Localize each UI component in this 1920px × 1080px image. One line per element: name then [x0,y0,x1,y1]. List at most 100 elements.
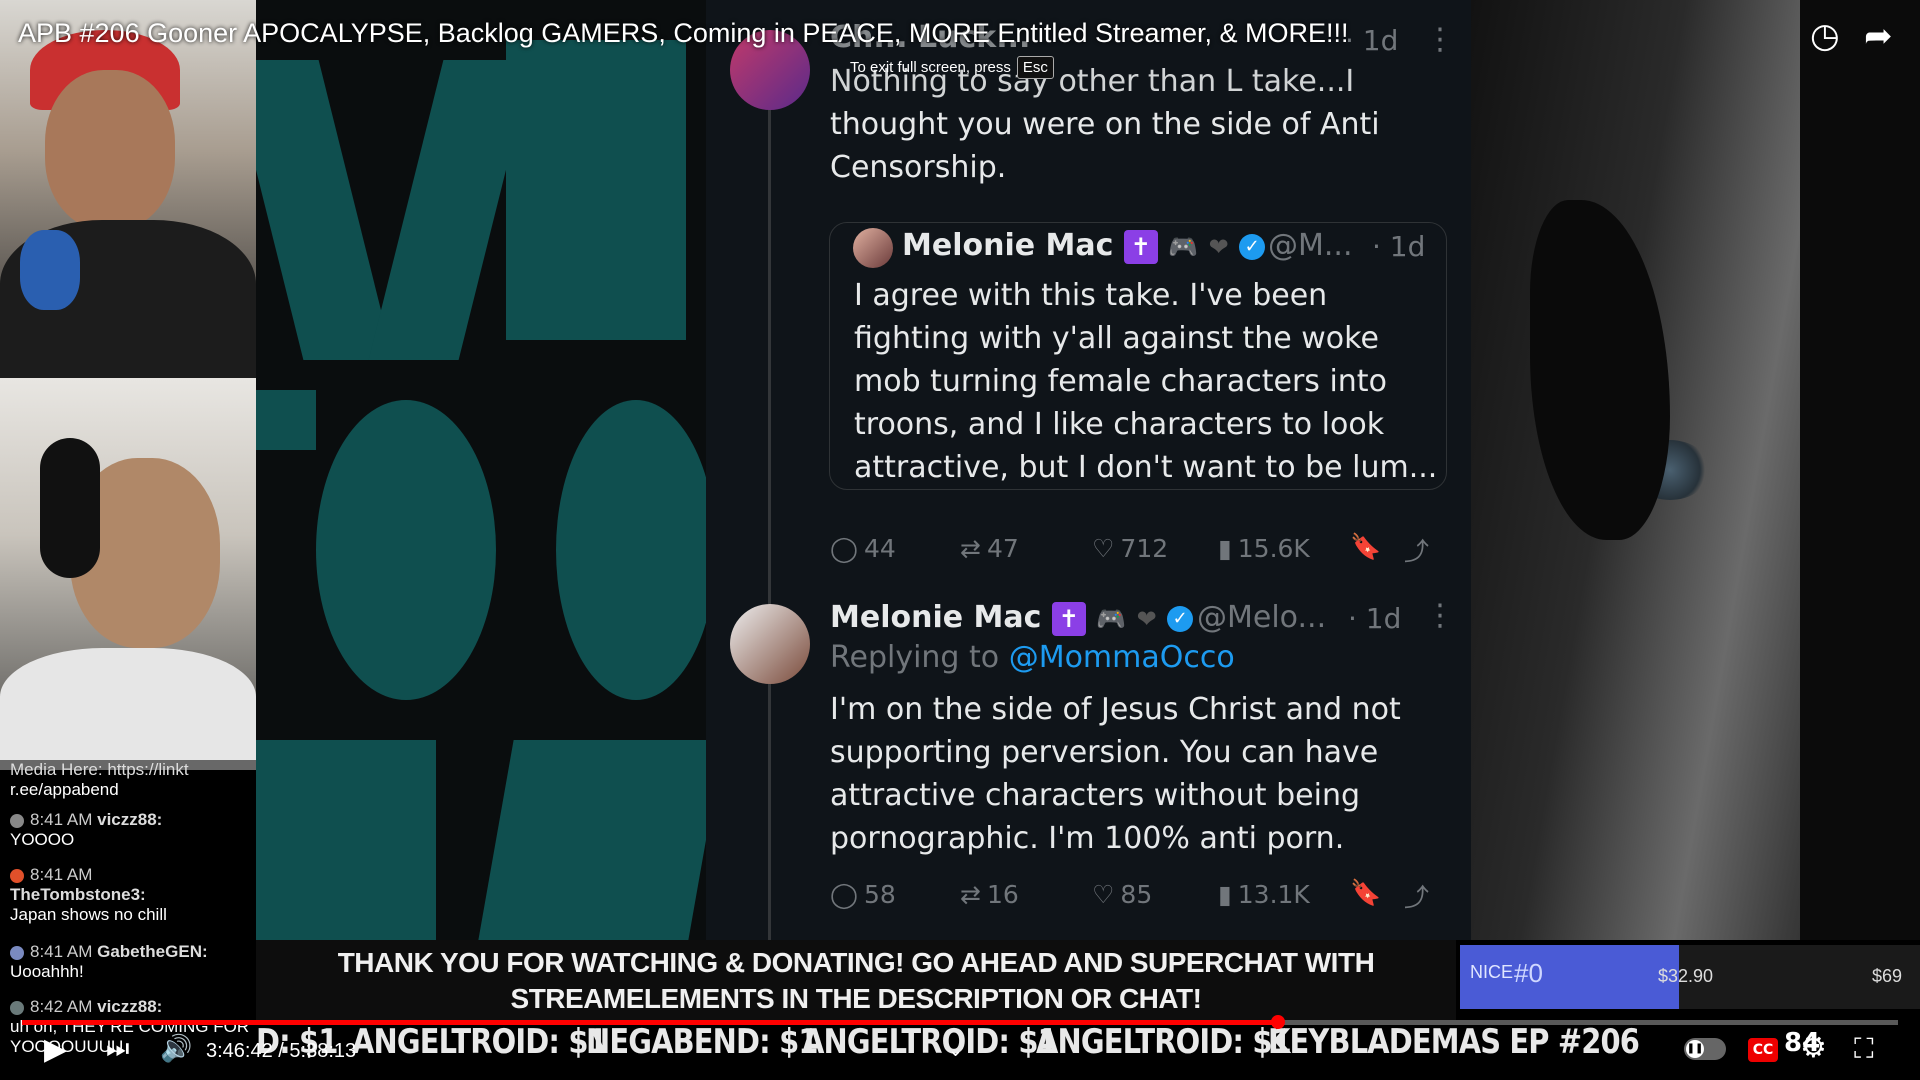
reply-button[interactable]: ◯ 44 [830,534,896,563]
reply-author-name[interactable]: Melonie Mac [830,600,1041,635]
reply-icon: ◯ [830,880,858,909]
quote-handle: @M... [1268,228,1353,263]
reply-line: supporting perversion. You can have [830,735,1379,770]
background-anime-image [1470,0,1920,940]
ticker-item: KEYBLADEMAS EP #206 [1268,1022,1640,1062]
goal-current: $32.90 [1658,966,1714,986]
chat-message: Media Here: https://linkt [10,760,189,779]
time-separator: / [278,1040,284,1062]
ticker-item: ANGELTROID: $1 [1036,1022,1292,1062]
banner-line: THANK YOU FOR WATCHING & DONATING! GO AH… [337,947,1375,978]
reply-button[interactable]: ◯ 58 [830,880,896,909]
reply-author[interactable]: Melonie Mac ✝ 🎮 ❤ ✓ [830,600,1194,636]
views-button[interactable]: ▮ 13.1K [1218,880,1310,909]
donation-banner-text: THANK YOU FOR WATCHING & DONATING! GO AH… [256,940,1456,1017]
repost-count: 47 [986,534,1019,563]
avatar [10,945,24,960]
background-graphic-left [256,0,706,940]
avatar [10,868,24,883]
like-button[interactable]: ♡ 85 [1092,880,1152,909]
view-count: 15.6K [1237,534,1310,563]
next-icon[interactable]: ⏭ [106,1034,129,1065]
esc-key: Esc [1016,56,1054,79]
clock-icon[interactable]: ◷ [1810,16,1840,56]
gear-icon[interactable]: ⚙ [1800,1030,1827,1065]
volume-icon[interactable]: 🔊 [160,1034,192,1064]
chat-time: 8:41 AM [30,942,93,961]
chevron-down-icon[interactable]: ⌄ [948,1040,963,1061]
more-options-icon[interactable]: ⋮ [1425,598,1455,633]
share-icon[interactable]: ⤴ [1404,532,1429,568]
cross-badge-icon: ✝ [1051,601,1086,636]
heart-icon: ♡ [1092,534,1115,563]
time-display: 3:46:42 / 5:38:13 [206,1040,356,1063]
reply-count: 44 [863,534,896,563]
replying-handle-link[interactable]: @MommaOcco [1009,640,1235,675]
chat-message: 8:41 AM GabetheGEN: Uooahhh! [10,942,250,982]
share-icon[interactable]: ➦ [1864,16,1893,56]
fullscreen-tip-text: To exit full screen, press [850,59,1011,76]
verified-icon: ✓ [1239,233,1266,260]
quote-author-name: Melonie Mac [902,228,1114,263]
reply-line: attractive characters without being [830,778,1360,813]
chat-text: YOOOO [10,830,75,849]
chat-time: 8:41 AM [30,810,93,829]
autoplay-toggle[interactable]: ❚❚ [1684,1038,1726,1060]
repost-button[interactable]: ⇄ 16 [960,880,1019,909]
reply-handle: @Melo... [1197,600,1327,635]
quote-line: I agree with this take. I've been [854,278,1328,313]
repost-button[interactable]: ⇄ 47 [960,534,1019,563]
tweet-time: · 1d [1345,24,1399,57]
verified-icon: ✓ [1167,605,1194,632]
captions-button[interactable]: CC [1748,1038,1778,1062]
reply-icon: ◯ [830,534,858,563]
cross-badge-icon: ✝ [1123,229,1158,264]
chat-overlay: Media Here: https://linkt r.ee/appabend … [0,760,256,1080]
chat-time: 8:41 AM [30,865,93,884]
chat-text: Japan shows no chill [10,905,167,924]
chat-message: 8:41 AM TheTombstone3: Japan shows no ch… [10,865,250,925]
chat-time: 8:42 AM [30,997,93,1016]
goal-label: NICE [1470,962,1514,982]
heart-emoji-icon: ❤ [1136,605,1157,633]
more-options-icon[interactable]: ⋮ [1425,22,1455,57]
views-button[interactable]: ▮ 15.6K [1218,534,1310,563]
view-count: 13.1K [1237,880,1310,909]
like-count: 85 [1120,880,1153,909]
views-icon: ▮ [1218,880,1232,909]
chat-message: 8:41 AM viczz88: YOOOO [10,810,250,850]
repost-icon: ⇄ [960,534,981,563]
exit-fullscreen-icon[interactable]: ⛶ [1854,1032,1874,1066]
ticker-item: ANGELTROID: $1 [802,1022,1058,1062]
goal-number: #0 [1514,958,1543,988]
ticker-item: NEGABEND: $1 [586,1022,818,1062]
bookmark-icon[interactable]: 🔖 [1350,878,1381,908]
webcam-host-2 [0,378,256,770]
bookmark-icon[interactable]: 🔖 [1350,532,1381,562]
tweet-line: Censorship. [830,150,1007,185]
avatar[interactable] [730,604,810,684]
goal-target: $69 [1872,966,1903,986]
time-total: 5:38:13 [289,1040,357,1062]
play-icon[interactable]: ▶ [44,1032,67,1067]
chat-user: TheTombstone3: [10,885,146,904]
avatar [853,228,893,268]
seek-bar[interactable] [22,1015,1898,1029]
replying-prefix: Replying to [830,640,1000,675]
webcam-host-1 [0,0,256,378]
reply-count: 58 [863,880,896,909]
repost-icon: ⇄ [960,880,981,909]
share-icon[interactable]: ⤴ [1404,878,1429,914]
chat-user: viczz88: [97,997,163,1016]
chat-user: GabetheGEN: [97,942,208,961]
reply-time: · 1d [1348,602,1402,635]
like-button[interactable]: ♡ 712 [1092,534,1168,563]
quote-line: troons, and I like characters to look [854,407,1385,442]
tweet-line: thought you were on the side of Anti [830,107,1380,142]
repost-count: 16 [986,880,1019,909]
quote-line: fighting with y'all against the woke [854,321,1379,356]
chat-text: Uooahhh! [10,962,84,981]
quote-time: · 1d [1372,230,1426,263]
reply-line: pornographic. I'm 100% anti porn. [830,821,1345,856]
replying-to: Replying to @MommaOcco [830,640,1235,675]
